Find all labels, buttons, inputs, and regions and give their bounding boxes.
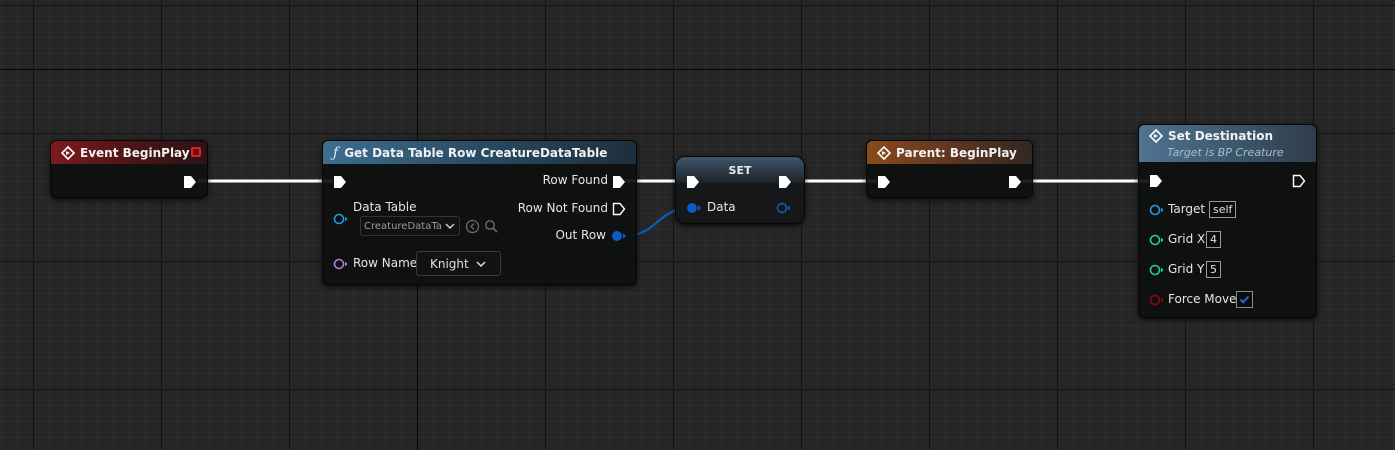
row-not-found-label: Row Not Found (517, 201, 608, 215)
grid-y-input[interactable]: 5 (1206, 261, 1221, 278)
row-name-label: Row Name (353, 256, 418, 270)
event-beginplay-header[interactable]: Event BeginPlay (51, 141, 207, 164)
set-exec-out-pin[interactable] (778, 175, 792, 189)
out-row-label: Out Row (555, 228, 606, 242)
row-name-dropdown[interactable]: Knight (416, 251, 501, 276)
grid-x-integer-pin[interactable] (1149, 234, 1165, 246)
row-name-name-pin[interactable] (333, 258, 349, 270)
grid-y-label: Grid Y (1168, 262, 1205, 276)
use-selected-asset-icon[interactable] (465, 219, 480, 234)
set-destination-subtitle: Target is BP Creature (1167, 146, 1284, 159)
target-label: Target (1168, 202, 1206, 216)
target-object-pin[interactable] (1149, 204, 1165, 216)
chevron-down-icon (445, 223, 455, 230)
get-data-table-row-header[interactable]: ƒ Get Data Table Row CreatureDataTable (323, 141, 636, 164)
event-diamond-icon (61, 145, 75, 160)
parent-beginplay-header[interactable]: Parent: BeginPlay (867, 141, 1032, 164)
event-beginplay-exec-out-pin[interactable] (183, 175, 197, 189)
parent-beginplay-exec-in-pin[interactable] (877, 175, 891, 189)
parent-beginplay-exec-out-pin[interactable] (1008, 175, 1022, 189)
get-data-table-row-title: Get Data Table Row CreatureDataTable (344, 145, 608, 160)
get-data-table-row-node[interactable]: ƒ Get Data Table Row CreatureDataTable R… (322, 140, 637, 285)
data-table-asset-value: CreatureDataTa (364, 220, 442, 232)
row-name-value: Knight (430, 256, 469, 271)
parent-beginplay-node[interactable]: Parent: BeginPlay (866, 140, 1033, 198)
parent-beginplay-title: Parent: BeginPlay (896, 145, 1017, 160)
row-not-found-exec-pin[interactable] (612, 202, 626, 216)
checkmark-icon (1239, 295, 1250, 304)
force-move-checkbox[interactable] (1236, 291, 1253, 308)
set-variable-node[interactable]: SET Data (675, 156, 805, 224)
row-found-label: Row Found (542, 173, 608, 187)
data-table-object-pin[interactable] (333, 213, 349, 225)
event-beginplay-title: Event BeginPlay (80, 145, 190, 160)
set-destination-exec-out-pin[interactable] (1292, 174, 1306, 188)
browse-asset-search-icon[interactable] (484, 219, 499, 234)
set-destination-title: Set Destination (1168, 129, 1274, 143)
grid-y-integer-pin[interactable] (1149, 264, 1165, 276)
data-table-asset-dropdown[interactable]: CreatureDataTa (360, 216, 460, 236)
set-exec-in-pin[interactable] (686, 175, 700, 189)
function-diamond-icon (1149, 129, 1163, 143)
force-move-bool-pin[interactable] (1149, 294, 1165, 306)
out-row-struct-pin[interactable] (611, 230, 627, 242)
getrow-exec-in-pin[interactable] (333, 175, 347, 189)
event-diamond-icon (877, 145, 891, 160)
grid-x-input[interactable]: 4 (1206, 231, 1221, 248)
delegate-stop-icon[interactable] (191, 147, 201, 157)
function-icon: ƒ (333, 144, 339, 161)
grid-x-label: Grid X (1168, 232, 1206, 246)
set-destination-node[interactable]: Set Destination Target is BP Creature Ta… (1138, 124, 1317, 318)
set-destination-exec-in-pin[interactable] (1149, 174, 1163, 188)
set-data-output-pin[interactable] (776, 202, 792, 214)
chevron-down-icon (476, 260, 486, 267)
row-found-exec-pin[interactable] (612, 175, 626, 189)
set-data-input-pin[interactable] (686, 202, 702, 214)
event-beginplay-node[interactable]: Event BeginPlay (50, 140, 208, 198)
data-table-label: Data Table (353, 200, 417, 214)
force-move-label: Force Move (1168, 292, 1237, 306)
set-data-label: Data (707, 200, 736, 214)
target-self-value: self (1209, 201, 1237, 218)
